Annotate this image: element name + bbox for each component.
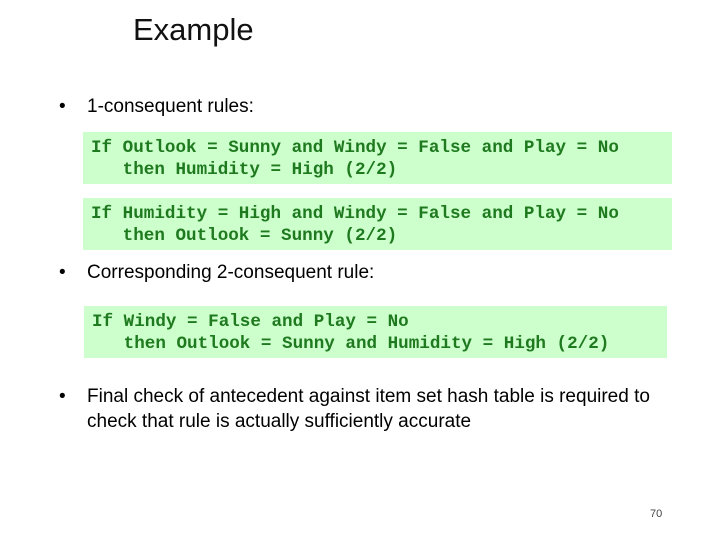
rule-line: If Humidity = High and Windy = False and… [91,204,619,224]
bullet-dot: • [59,262,66,283]
rule-line: then Outlook = Sunny and Humidity = High… [92,334,610,354]
bullet-text: Final check of antecedent against item s… [87,386,650,432]
rule-line: If Windy = False and Play = No [92,312,409,332]
rule-line: If Outlook = Sunny and Windy = False and… [91,138,619,158]
bullet-dot: • [59,96,66,117]
rule-line: then Humidity = High (2/2) [91,160,398,180]
bullet-dot: • [59,386,66,407]
page-number: 70 [650,508,663,520]
slide: Example • 1-consequent rules: If Outlook… [0,0,720,540]
rule-box: If Humidity = High and Windy = False and… [83,198,672,250]
rule-line: then Outlook = Sunny (2/2) [91,226,398,246]
rule-box: If Windy = False and Play = No then Outl… [84,306,667,358]
slide-title: Example [133,12,254,47]
bullet-text: 1-consequent rules: [87,96,254,117]
bullet-text: Corresponding 2-consequent rule: [87,262,375,283]
rule-box: If Outlook = Sunny and Windy = False and… [83,132,672,184]
